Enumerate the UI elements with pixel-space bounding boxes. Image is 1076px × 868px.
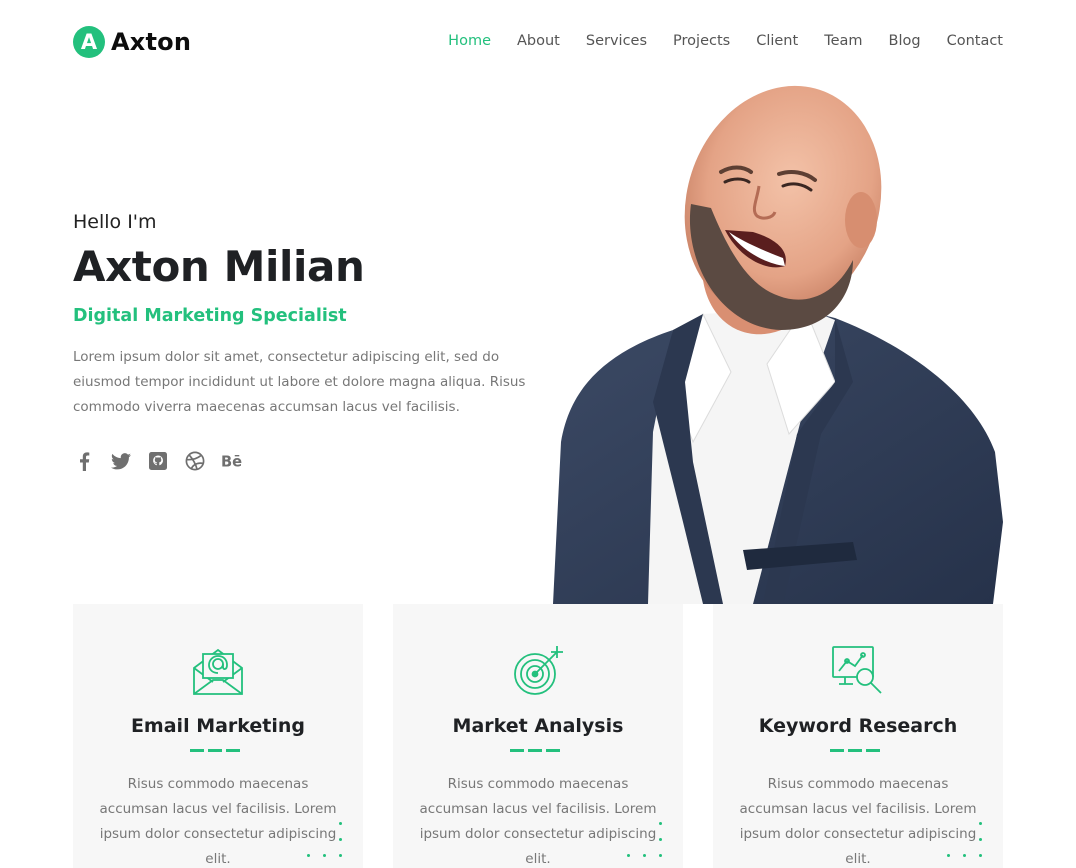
service-title: Market Analysis [452, 715, 624, 737]
title-divider [190, 749, 244, 752]
hero-name: Axton Milian [73, 242, 365, 291]
title-divider [830, 749, 884, 752]
nav-item-blog[interactable]: Blog [889, 30, 921, 52]
social-links: Bē [73, 450, 543, 472]
dribbble-icon[interactable] [184, 450, 206, 472]
nav-item-services[interactable]: Services [586, 30, 647, 52]
logo-badge-icon: A [73, 26, 105, 58]
twitter-icon[interactable] [110, 450, 132, 472]
brand-logo[interactable]: A Axton [73, 26, 191, 58]
hero-role: Digital Marketing Specialist [73, 306, 347, 326]
title-divider [510, 749, 564, 752]
service-title: Email Marketing [130, 715, 306, 737]
nav-item-team[interactable]: Team [824, 30, 862, 52]
svg-text:Bē: Bē [221, 454, 242, 470]
service-title: Keyword Research [758, 715, 958, 737]
nav-item-home[interactable]: Home [448, 30, 491, 52]
email-marketing-icon [193, 648, 243, 695]
hero-greeting: Hello I'm [73, 211, 157, 233]
service-card: Keyword Research Risus commodo maecenas … [713, 604, 1003, 868]
behance-icon[interactable]: Bē [221, 450, 243, 472]
facebook-icon[interactable] [73, 450, 95, 472]
services-section: Email Marketing Risus commodo maecenas a… [73, 604, 1003, 868]
brand-name: Axton [111, 28, 192, 56]
hero-intro: Hello I'm Axton Milian Digital Marketing… [73, 209, 543, 472]
github-icon[interactable] [147, 450, 169, 472]
nav-item-contact[interactable]: Contact [947, 30, 1003, 52]
target-icon [514, 646, 563, 695]
service-description: Risus commodo maecenas accumsan lacus ve… [99, 776, 337, 867]
nav-item-projects[interactable]: Projects [673, 30, 730, 52]
decorative-dots [307, 818, 355, 868]
hero-portrait-image [553, 82, 1003, 604]
service-card: Market Analysis Risus commodo maecenas a… [393, 604, 683, 868]
nav-item-client[interactable]: Client [756, 30, 798, 52]
service-card: Email Marketing Risus commodo maecenas a… [73, 604, 363, 868]
main-nav: Home About Services Projects Client Team… [422, 30, 1003, 52]
nav-item-about[interactable]: About [517, 30, 560, 52]
service-description: Risus commodo maecenas accumsan lacus ve… [739, 776, 977, 867]
keyword-research-icon [832, 646, 882, 694]
site-header: A Axton Home About Services Projects Cli… [0, 0, 1076, 82]
decorative-dots [627, 818, 675, 868]
service-description: Risus commodo maecenas accumsan lacus ve… [419, 776, 657, 867]
hero-bio: Lorem ipsum dolor sit amet, consectetur … [73, 349, 526, 415]
decorative-dots [947, 818, 995, 868]
